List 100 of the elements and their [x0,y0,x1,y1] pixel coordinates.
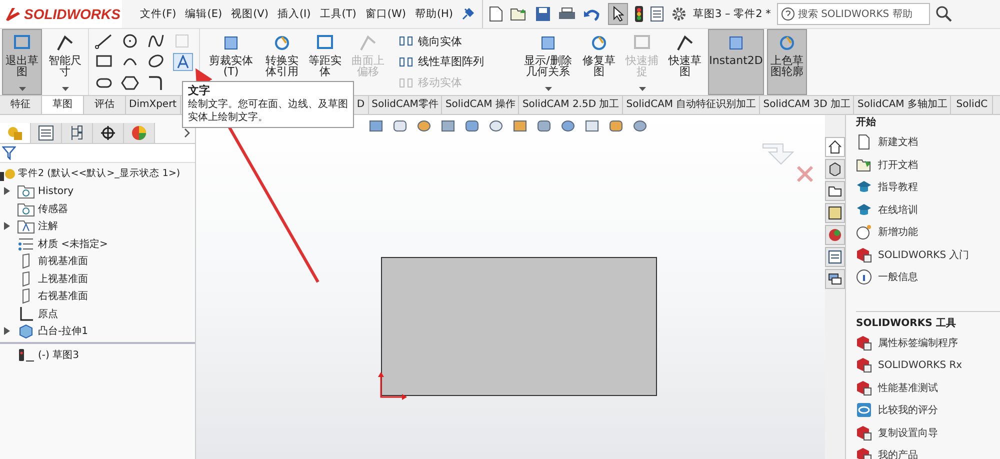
search-input[interactable]: 搜索 SOLIDWORKS 帮助 [798,8,926,20]
chat-icon [828,272,842,286]
tree-item[interactable]: 凸台-拉伸1 [38,324,88,338]
configuration-icon [69,125,85,141]
tree-item[interactable]: (-) 草图3 [38,348,79,362]
tree-item[interactable]: 传感器 [38,202,68,216]
ribbon-tab[interactable]: DimXpert [126,96,181,114]
ribbon-button[interactable]: 镜向实体 [399,34,509,49]
menu-item[interactable]: 窗口(W) [365,7,406,21]
tree-item[interactable]: History [38,186,74,197]
property-tab[interactable] [31,123,62,143]
task-pane-link[interactable]: 打开文档 [878,158,918,172]
tree-item[interactable]: 零件2 (默认<<默认>_显示状态 1>) [18,167,180,180]
ribbon-button[interactable]: 等距实体 [305,29,345,95]
caret-icon[interactable] [544,87,552,91]
menu-item[interactable]: 文件(F) [140,7,176,21]
forum-tab[interactable] [825,269,845,289]
new-document-icon[interactable] [489,6,504,22]
menu-item[interactable]: 编辑(E) [185,7,222,21]
rectangle-icon[interactable] [95,53,113,69]
list-icon[interactable] [650,6,664,22]
tree-item[interactable]: 上视基准面 [38,272,88,286]
open-icon [856,156,872,173]
task-pane-link[interactable]: 新增功能 [878,225,918,240]
ribbon-tab[interactable]: SolidCAM零件 [368,96,442,114]
ribbon-button[interactable]: 线性草图阵列 [399,54,509,70]
caret-icon[interactable] [62,87,68,91]
ribbon-tab[interactable]: 草图 [42,96,84,114]
ribbon-button[interactable]: 显示/删除几何关系 [520,29,576,95]
tree-item[interactable]: 注解 [38,219,58,234]
task-pane-link[interactable]: 性能基准测试 [878,380,938,395]
task-pane-link[interactable]: 复制设置向导 [878,426,938,440]
line-icon[interactable] [95,33,113,49]
list-icon [828,250,842,264]
traffic-light-icon[interactable] [635,6,644,22]
sensor-icon [17,200,35,217]
fillet-icon[interactable] [147,75,165,91]
appearance-tab[interactable] [825,225,845,245]
sketch-rectangle[interactable] [381,257,657,396]
home-tab[interactable] [825,137,845,157]
ribbon-button[interactable]: 智能尺寸 [45,29,85,95]
menu-item[interactable]: 插入(I) [277,7,311,21]
select-button[interactable] [608,3,628,25]
polygon-icon[interactable] [121,75,139,91]
help-icon[interactable] [780,7,795,21]
ribbon-button[interactable]: 退出草图 [2,29,42,95]
chevron-icon[interactable] [184,128,190,138]
search-field[interactable]: 搜索 SOLIDWORKS 帮助 [776,3,930,25]
part-library-tab[interactable] [825,159,845,179]
dimxpert-tab[interactable] [93,123,124,143]
view-palette-tab[interactable] [825,203,845,223]
ribbon-tab[interactable]: SolidCAM 多轴加工 [854,96,952,114]
ribbon-tab[interactable]: 评估 [84,96,126,114]
ribbon-tab[interactable]: SolidCAM 操作 [442,96,520,114]
expand-arrow-icon[interactable] [4,327,10,336]
pin-icon[interactable] [462,8,474,20]
ribbon-tab[interactable]: SolidCAM 3D 加工 [760,96,854,114]
ribbon-tab[interactable]: SolidCAM 自动特征识别加工 [623,96,760,114]
menu-item[interactable]: 视图(V) [231,7,268,21]
tree-item[interactable]: 材质 <未指定> [38,236,108,251]
task-pane-link[interactable]: 属性标签编制程序 [878,336,958,350]
ellipse-icon[interactable] [147,53,165,69]
save-icon[interactable] [535,6,552,22]
spline-icon[interactable] [147,33,165,49]
caret-icon[interactable] [18,87,26,91]
expand-arrow-icon[interactable] [4,187,10,196]
expand-arrow-icon[interactable] [4,222,10,230]
ribbon-button[interactable]: 快速草图 [665,29,705,95]
tree-item[interactable]: 原点 [38,306,58,321]
tree-item[interactable]: 前视基准面 [38,254,88,268]
configuration-tab[interactable] [62,123,93,143]
open-folder-icon[interactable] [510,6,528,22]
ribbon-button[interactable]: 上色草图轮廓 [767,29,807,95]
task-pane-link[interactable]: SOLIDWORKS 入门 [878,248,970,262]
text-tool-button[interactable] [173,53,193,71]
folder-tab[interactable] [825,181,845,201]
search-icon[interactable] [936,6,952,22]
menu-item[interactable]: 帮助(H) [414,7,454,21]
home-icon [828,140,842,154]
task-pane-link[interactable]: 一般信息 [878,270,918,284]
task-pane-link[interactable]: SOLIDWORKS Rx [878,360,962,371]
sketch-icon [17,346,35,363]
menu-item[interactable]: 工具(T) [320,7,356,21]
properties-tab[interactable] [825,247,845,267]
print-icon[interactable] [558,6,576,22]
ribbon-button[interactable]: 修复草图 [579,29,619,95]
ribbon-tab[interactable]: SolidCAM 2.5D 加工 [519,96,624,114]
settings-icon[interactable] [671,6,688,22]
circle-icon[interactable] [121,33,139,49]
task-pane-link[interactable]: 比较我的评分 [878,403,938,418]
ribbon-button[interactable]: Instant2D [708,29,764,95]
ribbon-button[interactable]: 转换实体引用 [262,29,302,95]
task-pane-link[interactable]: 新建文档 [878,135,918,150]
ribbon-tab[interactable]: SolidC [951,96,994,114]
filter-icon[interactable] [2,146,16,160]
task-pane-link[interactable]: 指导教程 [878,180,918,194]
tree-item[interactable]: 右视基准面 [38,289,88,304]
task-pane-link[interactable]: 在线培训 [878,202,918,217]
tooltip-title: 文字 [188,84,211,98]
feature-icon [17,323,35,340]
